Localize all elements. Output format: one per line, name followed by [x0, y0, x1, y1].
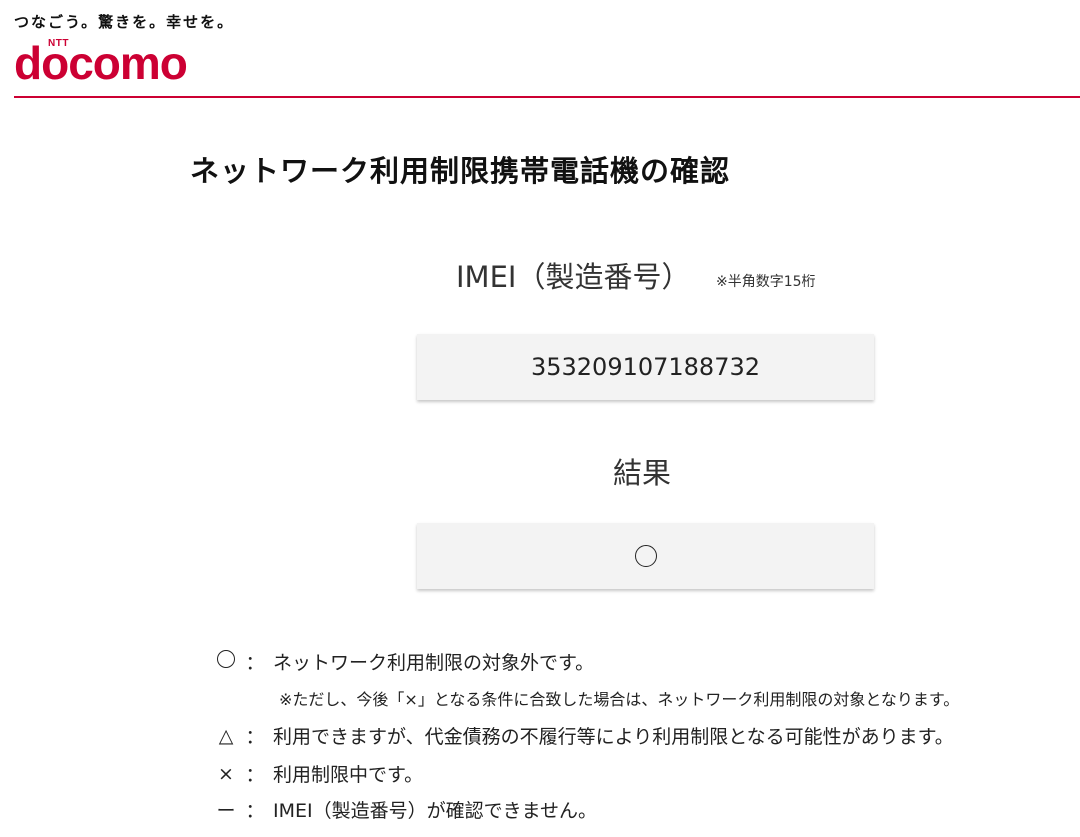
triangle-icon: △	[218, 724, 234, 747]
legend-colon: ：	[245, 726, 265, 748]
page-title: ネットワーク利用制限携帯電話機の確認	[190, 154, 731, 188]
circle-icon	[634, 545, 657, 567]
docomo-logo[interactable]: NTT docomo	[14, 38, 214, 88]
logo-wordmark: docomo	[14, 37, 188, 89]
cross-icon: ×	[218, 762, 234, 785]
legend-item-unknown: ー ： IMEI（製造番号）が確認できません。	[215, 796, 597, 823]
imei-note: ※半角数字15桁	[716, 274, 816, 290]
circle-icon	[215, 650, 237, 673]
legend-text: 利用できますが、代金債務の不履行等により利用制限となる可能性があります。	[273, 726, 954, 748]
legend-colon: ：	[245, 800, 265, 822]
imei-value: 353209107188732	[530, 353, 761, 381]
legend-item-ok: ： ネットワーク利用制限の対象外です。	[215, 648, 594, 675]
legend-text: 利用制限中です。	[273, 764, 424, 786]
imei-label: IMEI（製造番号）	[456, 260, 691, 294]
legend-item-restricted: × ： 利用制限中です。	[215, 760, 423, 787]
page: つなごう。驚きを。幸せを。 NTT docomo ネットワーク利用制限携帯電話機…	[0, 0, 1080, 837]
legend-colon: ：	[245, 652, 265, 674]
brand-tagline: つなごう。驚きを。幸せを。	[14, 13, 235, 31]
imei-value-field[interactable]: 353209107188732	[417, 334, 874, 400]
legend-colon: ：	[245, 764, 265, 786]
legend-item-possible: △ ： 利用できますが、代金債務の不履行等により利用制限となる可能性があります。	[215, 722, 954, 749]
legend-text: IMEI（製造番号）が確認できません。	[273, 800, 598, 822]
result-label: 結果	[613, 456, 672, 490]
legend-note: ※ただし、今後「×」となる条件に合致した場合は、ネットワーク利用制限の対象となり…	[279, 690, 960, 709]
result-field	[417, 523, 874, 589]
header-divider	[14, 96, 1080, 98]
dash-icon: ー	[216, 800, 236, 822]
legend-text: ネットワーク利用制限の対象外です。	[273, 652, 595, 674]
